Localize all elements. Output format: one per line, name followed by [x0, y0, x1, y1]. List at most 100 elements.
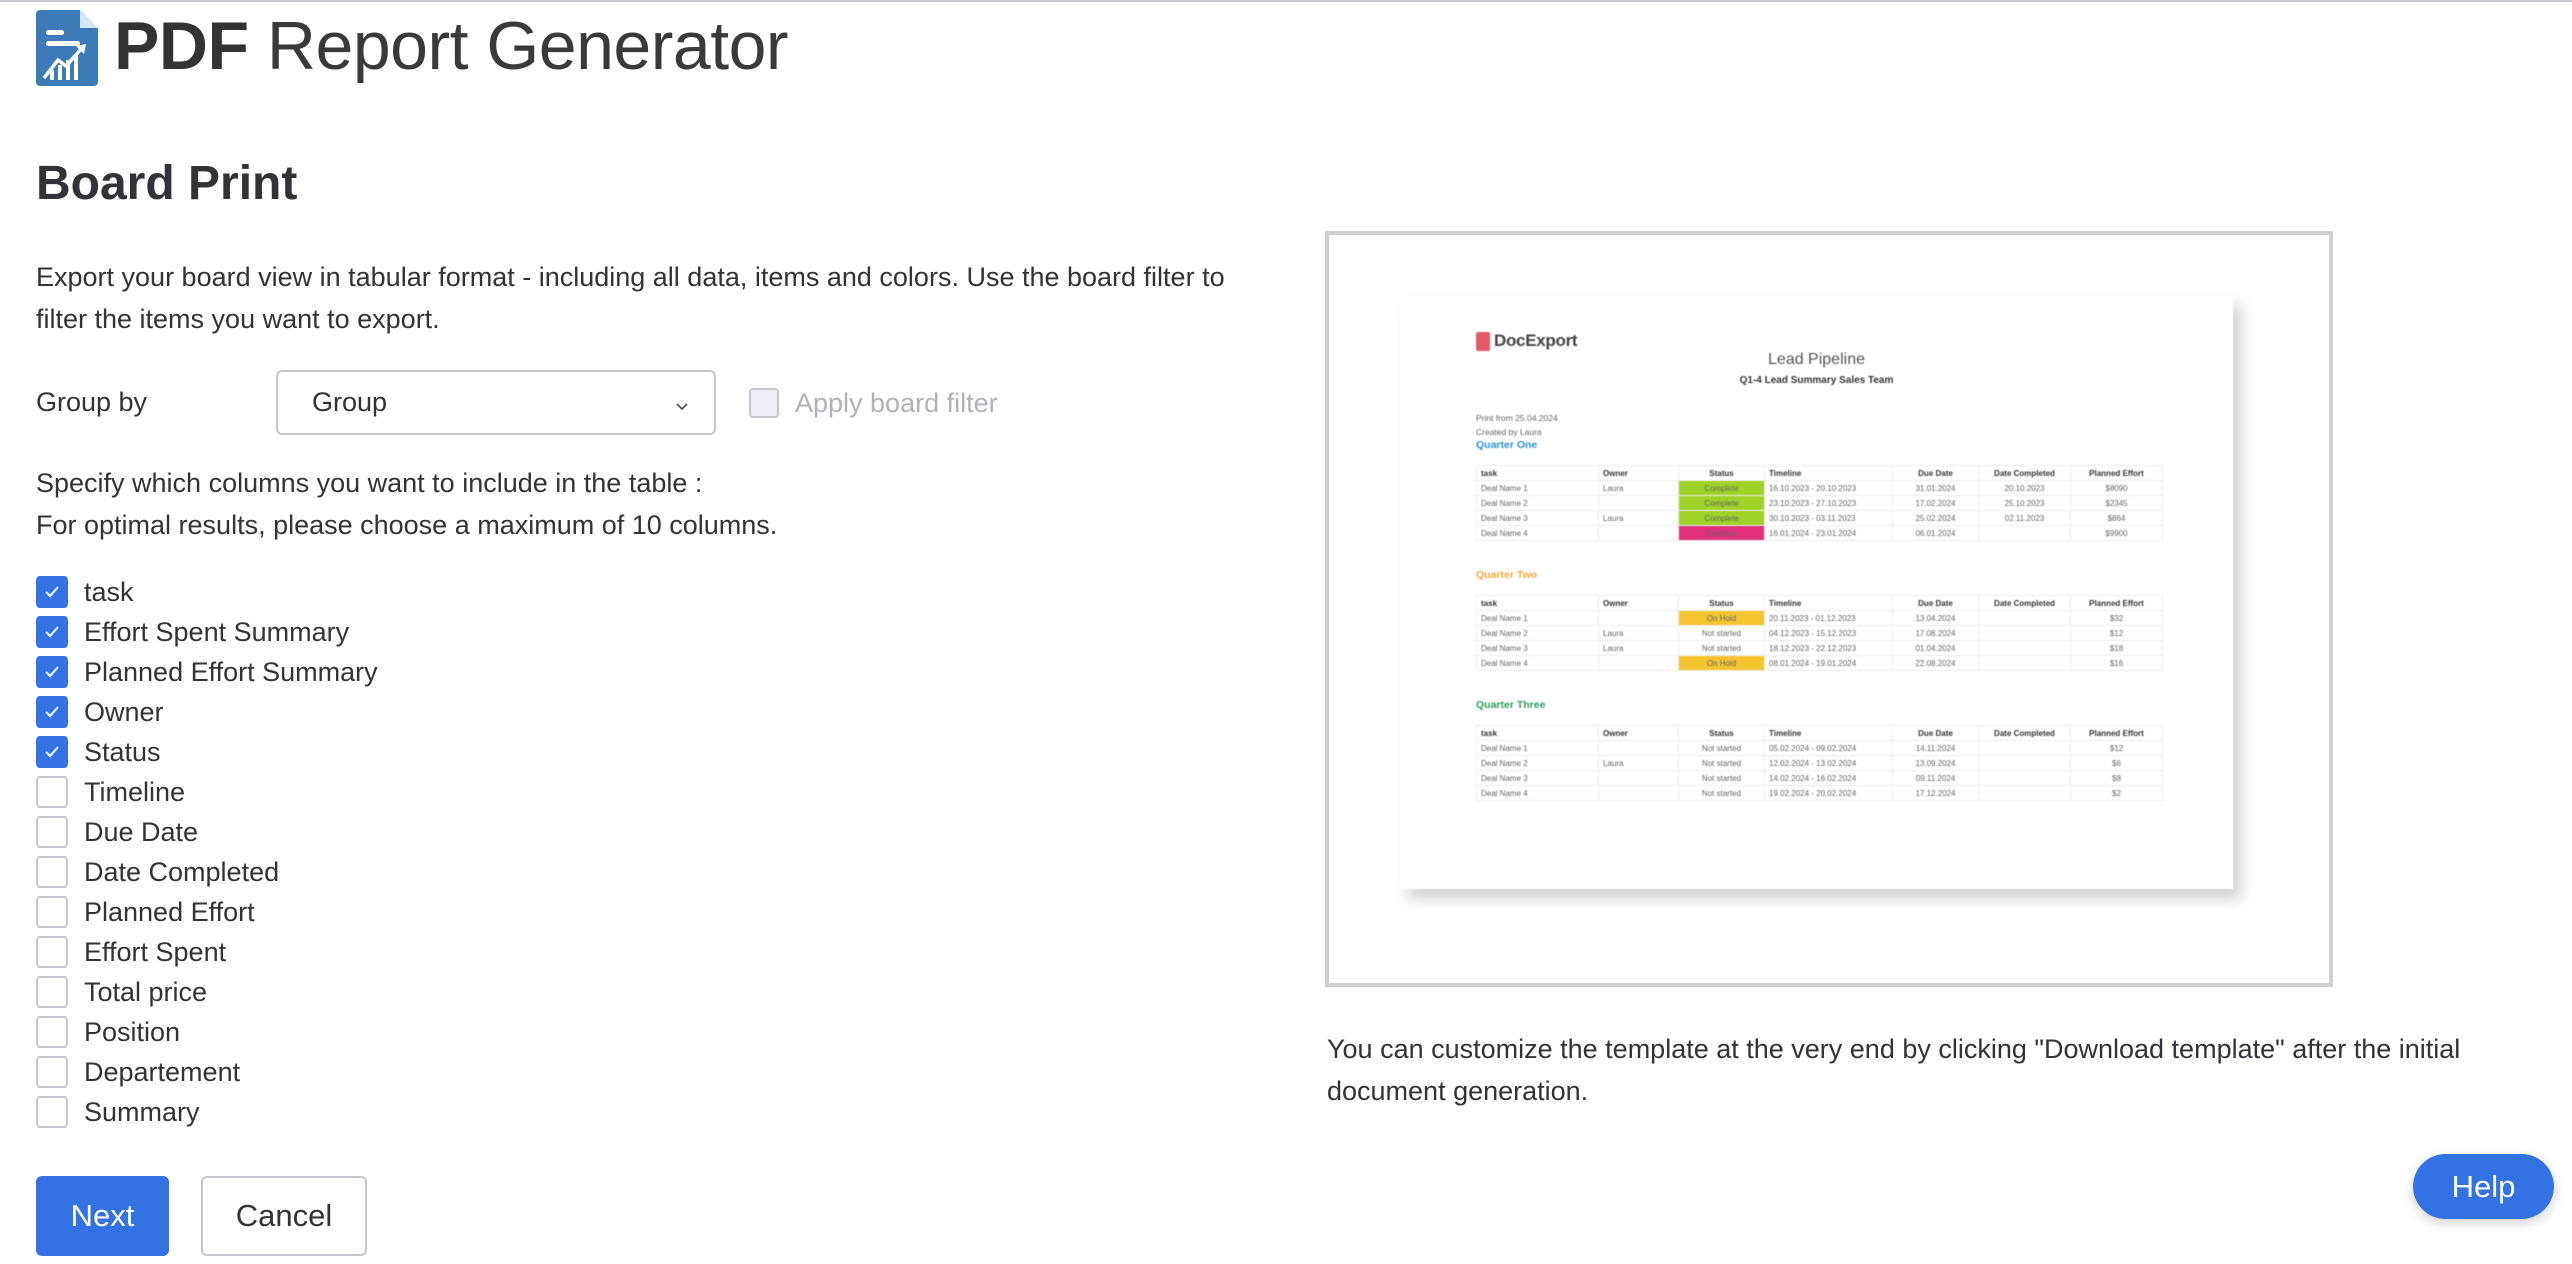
column-checkbox[interactable]	[36, 576, 68, 608]
column-label: Effort Spent	[84, 937, 227, 967]
app-logo-icon	[36, 10, 98, 86]
checkmark-icon	[45, 626, 59, 638]
document-cell-owner	[1598, 495, 1679, 511]
document-table-header-cell: Planned Effort	[2070, 465, 2163, 481]
document-table-header-cell: Due Date	[1892, 595, 1979, 611]
document-cell-effort: $12	[2070, 740, 2163, 756]
column-label: Timeline	[84, 777, 186, 807]
column-checkbox[interactable]	[36, 856, 68, 888]
document-group-title: Quarter Three	[1476, 699, 1546, 711]
column-option-due-date[interactable]: Due Date	[36, 812, 378, 852]
column-option-effort-spent-summary[interactable]: Effort Spent Summary	[36, 612, 378, 652]
column-label: task	[84, 577, 134, 607]
document-title: Lead Pipeline	[1768, 351, 1865, 368]
document-table: task Owner Status Timeline Due Date Date Comp…	[1476, 465, 2163, 541]
document-cell-status: On Hold	[1678, 655, 1765, 671]
column-option-planned-effort[interactable]: Planned Effort	[36, 892, 378, 932]
column-option-effort-spent[interactable]: Effort Spent	[36, 932, 378, 972]
document-cell-status: Not started	[1678, 755, 1765, 771]
checkmark-icon	[45, 666, 59, 678]
column-checkbox[interactable]	[36, 1016, 68, 1048]
document-table-header-cell: task	[1476, 595, 1599, 611]
document-cell-task: Deal Name 4	[1476, 785, 1599, 801]
document-cell-timeline: 16.10.2023 - 20.10.2023	[1764, 480, 1893, 496]
checkmark-icon	[45, 586, 59, 598]
column-option-departement[interactable]: Departement	[36, 1052, 378, 1092]
column-checkbox[interactable]	[36, 1096, 68, 1128]
document-cell-owner	[1598, 525, 1679, 541]
column-checkbox[interactable]	[36, 816, 68, 848]
document-cell-completed: 25.10.2023	[1978, 495, 2071, 511]
document-table-header-cell: Date Completed	[1978, 595, 2071, 611]
document-cell-due: 14.11.2024	[1892, 740, 1979, 756]
document-cell-status: Complete	[1678, 495, 1765, 511]
document-table-header-cell: Owner	[1598, 595, 1679, 611]
apply-board-filter[interactable]: Apply board filter	[749, 387, 998, 419]
document-cell-task: Deal Name 4	[1476, 655, 1599, 671]
help-button[interactable]: Help	[2413, 1154, 2554, 1219]
column-option-date-completed[interactable]: Date Completed	[36, 852, 378, 892]
column-label: Summary	[84, 1097, 200, 1127]
column-option-timeline[interactable]: Timeline	[36, 772, 378, 812]
group-by-select[interactable]: Group	[276, 370, 716, 435]
document-cell-completed	[1978, 610, 2071, 626]
column-option-total-price[interactable]: Total price	[36, 972, 378, 1012]
column-option-task[interactable]: task	[36, 572, 378, 612]
column-checkbox[interactable]	[36, 656, 68, 688]
cancel-button[interactable]: Cancel	[201, 1176, 367, 1256]
document-subtitle: Q1-4 Lead Summary Sales Team	[1739, 375, 1894, 386]
column-option-summary[interactable]: Summary	[36, 1092, 378, 1132]
document-cell-due: 13.09.2024	[1892, 755, 1979, 771]
document-cell-due: 13.04.2024	[1892, 610, 1979, 626]
column-checkbox[interactable]	[36, 616, 68, 648]
column-checkbox[interactable]	[36, 736, 68, 768]
document-cell-task: Deal Name 4	[1476, 525, 1599, 541]
document-table-row: Deal Name 3 Laura Not started 18.12.2023 - …	[1476, 640, 2163, 656]
column-option-owner[interactable]: Owner	[36, 692, 378, 732]
document-table-header-cell: Status	[1678, 465, 1765, 481]
document-cell-task: Deal Name 2	[1476, 755, 1599, 771]
document-table-row: Deal Name 4 On Hold 08.01.2024 - 19.01.202…	[1476, 655, 2163, 671]
column-checkbox[interactable]	[36, 936, 68, 968]
document-cell-task: Deal Name 3	[1476, 770, 1599, 786]
document-cell-due: 17.02.2024	[1892, 495, 1979, 511]
document-table-header-cell: Owner	[1598, 725, 1679, 741]
column-option-planned-effort-summary[interactable]: Planned Effort Summary	[36, 652, 378, 692]
document-cell-effort: $9900	[2070, 525, 2163, 541]
document-cell-timeline: 19.02.2024 - 20.02.2024	[1764, 785, 1893, 801]
document-cell-effort: $2	[2070, 785, 2163, 801]
document-group-quarter-one: Quarter One task Owner Status Timeline Due Da…	[1476, 439, 2163, 541]
next-button[interactable]: Next	[36, 1176, 169, 1256]
column-checkbox[interactable]	[36, 1056, 68, 1088]
document-cell-due: 09.11.2024	[1892, 770, 1979, 786]
docexport-brand: DocExport	[1494, 331, 1578, 350]
document-cell-owner: Laura	[1598, 755, 1679, 771]
apply-board-filter-checkbox[interactable]	[749, 388, 779, 418]
document-cell-owner	[1598, 770, 1679, 786]
column-checkbox[interactable]	[36, 896, 68, 928]
document-table-row: Deal Name 3 Laura Complete 30.10.2023 - 03.…	[1476, 510, 2163, 526]
column-checkbox[interactable]	[36, 696, 68, 728]
document-table-header-cell: Date Completed	[1978, 465, 2071, 481]
document-cell-timeline: 23.10.2023 - 27.10.2023	[1764, 495, 1893, 511]
document-cell-owner	[1598, 785, 1679, 801]
document-table-header-cell: Due Date	[1892, 725, 1979, 741]
document-table-header-cell: Status	[1678, 725, 1765, 741]
column-label: Owner	[84, 697, 164, 727]
column-checkbox[interactable]	[36, 776, 68, 808]
document-table-header-cell: task	[1476, 465, 1599, 481]
column-option-position[interactable]: Position	[36, 1012, 378, 1052]
document-table-row: Deal Name 1 Not started 05.02.2024 - 09.02…	[1476, 740, 2163, 756]
document-cell-effort: $32	[2070, 610, 2163, 626]
document-cell-completed	[1978, 770, 2071, 786]
document-table-row: Deal Name 3 Not started 14.02.2024 - 16.02…	[1476, 770, 2163, 786]
document-cell-task: Deal Name 2	[1476, 495, 1599, 511]
document-group-quarter-three: Quarter Three task Owner Status Timeline Due …	[1476, 699, 2163, 801]
document-cell-status: Not started	[1678, 625, 1765, 641]
column-checkbox-list: task Effort Spent Summary Planned Effort…	[36, 572, 378, 1132]
column-checkbox[interactable]	[36, 976, 68, 1008]
docexport-logo-icon	[1476, 331, 1490, 351]
app-title-bold: PDF	[114, 8, 249, 84]
document-table-header-cell: Planned Effort	[2070, 725, 2163, 741]
column-option-status[interactable]: Status	[36, 732, 378, 772]
